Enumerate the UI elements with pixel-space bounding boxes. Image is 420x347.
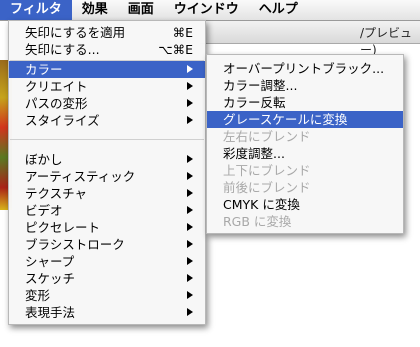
- submenu-arrow-icon: [187, 291, 193, 299]
- menu-item-label: オーバープリントブラック...: [223, 61, 385, 76]
- menu-item-label: ピクセレート: [25, 220, 101, 235]
- menu-item-label: ブラシストローク: [25, 237, 125, 252]
- submenu-arrow-icon: [187, 82, 193, 90]
- menubar-item-filter[interactable]: フィルタ: [0, 0, 72, 20]
- submenu-arrow-icon: [187, 257, 193, 265]
- menu-item-expression[interactable]: 表現手法: [9, 304, 205, 321]
- menu-item-label: 上下にブレンド: [223, 163, 311, 178]
- filter-menu: 矢印にするを適用 ⌘E 矢印にする... ⌥⌘E カラー クリエイト パスの変形…: [8, 20, 206, 325]
- menu-item-label: テクスチャ: [25, 186, 88, 201]
- menu-item-label: 矢印にする...: [25, 42, 100, 57]
- document-window-titlebar: /プレビュー): [200, 21, 420, 57]
- menu-item-artistic[interactable]: アーティスティック: [9, 168, 205, 185]
- menubar-item-effect[interactable]: 効果: [72, 0, 118, 20]
- submenu-arrow-icon: [187, 99, 193, 107]
- submenu-arrow-icon: [187, 240, 193, 248]
- menu-item-label: 表現手法: [25, 305, 76, 320]
- menu-item-label: 矢印にするを適用: [25, 25, 126, 40]
- menu-item-label: カラー反転: [223, 95, 286, 110]
- submenu-arrow-icon: [187, 274, 193, 282]
- menu-item-label: 左右にブレンド: [223, 129, 311, 144]
- submenu-item-overprint-black[interactable]: オーバープリントブラック...: [207, 60, 403, 77]
- menu-separator: [10, 139, 204, 140]
- menu-item-label: パスの変形: [25, 96, 88, 111]
- menu-item-label: スケッチ: [25, 271, 76, 286]
- menu-item-sharpen[interactable]: シャープ: [9, 253, 205, 270]
- submenu-arrow-icon: [187, 223, 193, 231]
- menu-item-apply-arrow[interactable]: 矢印にするを適用 ⌘E: [9, 24, 205, 41]
- submenu-arrow-icon: [187, 172, 193, 180]
- menu-item-label: クリエイト: [25, 79, 88, 94]
- menu-item-distort[interactable]: 変形: [9, 287, 205, 304]
- submenu-arrow-icon: [187, 116, 193, 124]
- submenu-item-blend-vertically[interactable]: 上下にブレンド: [207, 162, 403, 179]
- menu-item-blur[interactable]: ぼかし: [9, 151, 205, 168]
- menu-item-sketch[interactable]: スケッチ: [9, 270, 205, 287]
- menu-item-label: スタイライズ: [25, 113, 100, 128]
- color-submenu: オーバープリントブラック... カラー調整... カラー反転 グレースケールに変…: [206, 54, 404, 234]
- menu-item-color[interactable]: カラー: [9, 61, 205, 78]
- menubar-item-help[interactable]: ヘルプ: [249, 0, 308, 20]
- menu-bar: フィルタ 効果 画面 ウインドウ ヘルプ: [0, 0, 420, 21]
- submenu-item-adjust-colors[interactable]: カラー調整...: [207, 77, 403, 94]
- menu-item-video[interactable]: ビデオ: [9, 202, 205, 219]
- submenu-item-saturate[interactable]: 彩度調整...: [207, 145, 403, 162]
- submenu-item-convert-grayscale[interactable]: グレースケールに変換: [207, 111, 403, 128]
- menu-item-label: 彩度調整...: [223, 146, 285, 161]
- menu-item-label: シャープ: [25, 254, 75, 269]
- submenu-item-invert-colors[interactable]: カラー反転: [207, 94, 403, 111]
- menu-item-texture[interactable]: テクスチャ: [9, 185, 205, 202]
- menu-item-pixelate[interactable]: ピクセレート: [9, 219, 205, 236]
- menu-item-label: ぼかし: [25, 152, 63, 167]
- submenu-item-convert-cmyk[interactable]: CMYK に変換: [207, 196, 403, 213]
- submenu-item-blend-front-to-back[interactable]: 前後にブレンド: [207, 179, 403, 196]
- submenu-arrow-icon: [187, 65, 193, 73]
- submenu-item-blend-horizontally[interactable]: 左右にブレンド: [207, 128, 403, 145]
- menu-item-stylize[interactable]: スタイライズ: [9, 112, 205, 129]
- submenu-item-convert-rgb[interactable]: RGB に変換: [207, 213, 403, 230]
- menubar-item-window[interactable]: ウインドウ: [164, 0, 249, 20]
- menu-item-label: 変形: [25, 288, 51, 303]
- submenu-arrow-icon: [187, 206, 193, 214]
- menu-item-shortcut: ⌘E: [172, 25, 193, 40]
- menu-item-label: 前後にブレンド: [223, 180, 311, 195]
- submenu-arrow-icon: [187, 189, 193, 197]
- menu-item-label: アーティスティック: [25, 169, 136, 184]
- menu-item-distort-path[interactable]: パスの変形: [9, 95, 205, 112]
- submenu-arrow-icon: [187, 308, 193, 316]
- menubar-item-view[interactable]: 画面: [118, 0, 164, 20]
- menu-item-brush-strokes[interactable]: ブラシストローク: [9, 236, 205, 253]
- submenu-arrow-icon: [187, 155, 193, 163]
- menu-item-shortcut: ⌥⌘E: [158, 42, 193, 57]
- menu-item-create[interactable]: クリエイト: [9, 78, 205, 95]
- menu-item-label: RGB に変換: [223, 214, 292, 229]
- menu-item-label: CMYK に変換: [223, 197, 300, 212]
- menu-item-label: カラー: [25, 62, 63, 77]
- menu-item-label: カラー調整...: [223, 78, 298, 93]
- menu-item-label: ビデオ: [25, 203, 63, 218]
- menu-item-label: グレースケールに変換: [223, 112, 348, 127]
- menu-item-arrow[interactable]: 矢印にする... ⌥⌘E: [9, 41, 205, 58]
- document-window-title: /プレビュー): [360, 26, 413, 57]
